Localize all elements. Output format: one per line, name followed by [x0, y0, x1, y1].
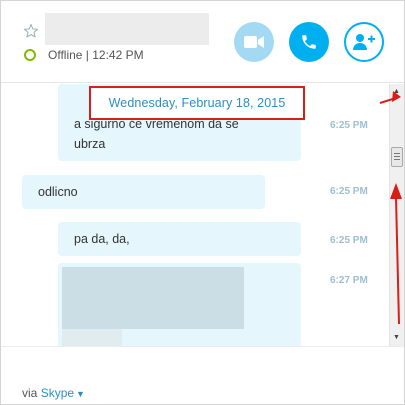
- conversation-footer: via Skype ▼: [1, 346, 404, 404]
- message-timestamp: 6:25 PM: [330, 120, 368, 131]
- contact-name-redacted: [45, 13, 209, 45]
- conversation-history: a sigurno će vremenom da se ubrza 6:25 P…: [1, 84, 389, 346]
- via-skype-text: Skype: [40, 386, 75, 400]
- message-text: ubrza: [74, 137, 106, 151]
- grip-line: [394, 156, 400, 157]
- date-separator-highlight: Wednesday, February 18, 2015: [89, 86, 305, 120]
- date-separator: Wednesday, February 18, 2015: [108, 96, 286, 110]
- contact-status: Offline | 12:42 PM: [48, 48, 144, 62]
- message-bubble: odlicno: [22, 175, 265, 209]
- via-text: via: [22, 386, 38, 400]
- video-call-button[interactable]: [234, 22, 274, 62]
- phone-icon: [302, 35, 316, 49]
- add-contact-button[interactable]: [344, 22, 384, 62]
- scrollbar-thumb[interactable]: [391, 147, 403, 167]
- message-timestamp: 6:25 PM: [330, 186, 368, 197]
- message-text: pa da, da,: [74, 232, 130, 246]
- scroll-up-arrow-icon[interactable]: ▲: [393, 88, 400, 96]
- star-icon[interactable]: [23, 23, 39, 39]
- scroll-down-arrow-icon[interactable]: ▼: [393, 334, 400, 342]
- video-camera-icon: [244, 36, 264, 48]
- chat-window: Offline | 12:42 PM a sigurno će vremenom…: [0, 0, 405, 405]
- via-label: via Skype ▼: [22, 386, 85, 400]
- via-skype-link[interactable]: Skype ▼: [41, 386, 85, 400]
- audio-call-button[interactable]: [289, 22, 329, 62]
- message-text: odlicno: [38, 185, 78, 199]
- add-person-icon: [353, 34, 375, 50]
- conversation-scrollbar[interactable]: ▲ ▼: [389, 84, 404, 346]
- grip-line: [394, 159, 400, 160]
- message-timestamp: 6:27 PM: [330, 275, 368, 286]
- conversation-header: Offline | 12:42 PM: [1, 1, 404, 83]
- presence-offline-icon: [24, 49, 36, 61]
- caret-down-icon: ▼: [76, 389, 85, 399]
- message-timestamp: 6:25 PM: [330, 235, 368, 246]
- message-bubble: pa da, da,: [58, 222, 301, 256]
- grip-line: [394, 153, 400, 154]
- message-bubble-redacted: [58, 263, 301, 346]
- redacted-content: [62, 329, 122, 346]
- redacted-content: [62, 267, 244, 329]
